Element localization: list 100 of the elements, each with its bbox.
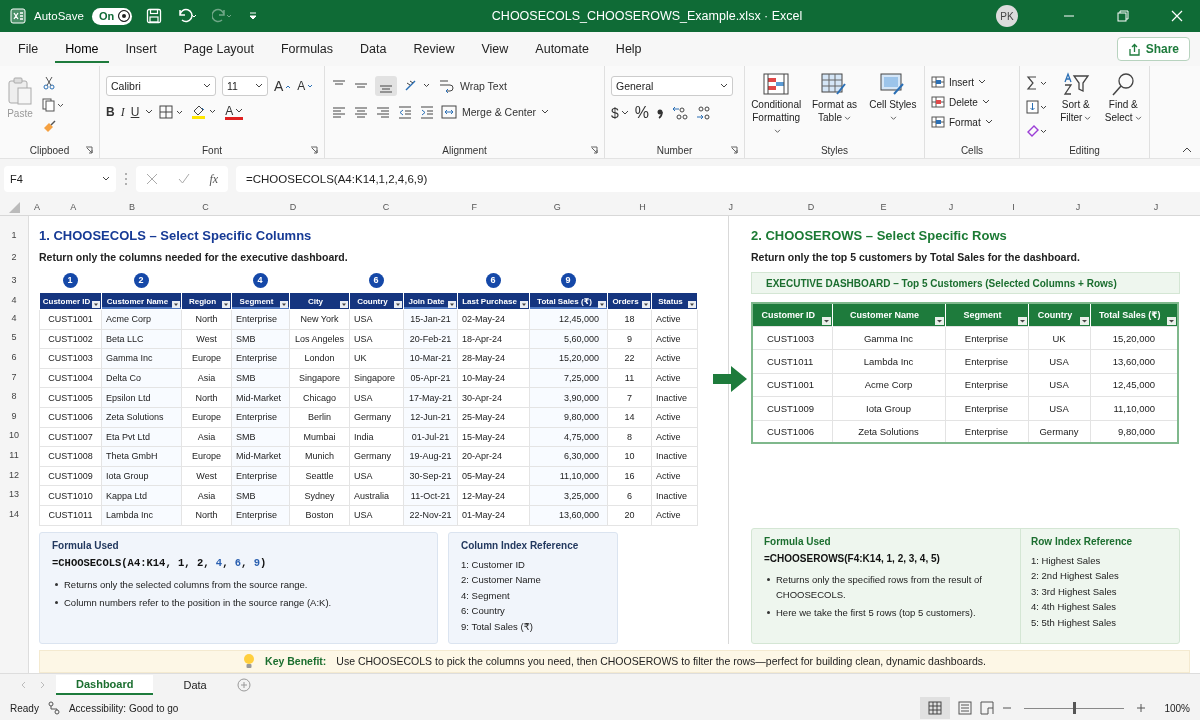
share-button[interactable]: Share: [1116, 37, 1190, 61]
filter-dropdown-icon[interactable]: [1017, 317, 1027, 325]
column-letter[interactable]: J: [919, 202, 983, 212]
row-number[interactable]: 2: [0, 246, 28, 268]
row-number[interactable]: 4: [0, 292, 28, 308]
caret-icon[interactable]: [145, 109, 154, 115]
menu-tab[interactable]: Data: [350, 35, 397, 63]
filter-dropdown-icon[interactable]: [1079, 317, 1089, 325]
row-number[interactable]: 3: [0, 268, 28, 292]
accessibility-icon[interactable]: [46, 701, 61, 715]
page-break-icon[interactable]: [980, 701, 995, 715]
menu-tab[interactable]: Home: [55, 35, 109, 63]
user-avatar[interactable]: PK: [996, 5, 1018, 27]
menu-tab[interactable]: Help: [605, 35, 652, 63]
format-as-table-button[interactable]: Format as Table: [809, 72, 860, 124]
insert-function-button[interactable]: fx: [209, 171, 219, 187]
column-letter[interactable]: D: [774, 202, 848, 212]
insert-cells-button[interactable]: Insert: [931, 76, 986, 88]
menu-tab[interactable]: File: [8, 35, 49, 63]
row-number[interactable]: 14: [0, 503, 28, 524]
column-letter[interactable]: F: [431, 202, 517, 212]
filter-dropdown-icon[interactable]: [520, 301, 528, 308]
grow-font-button[interactable]: A: [274, 78, 292, 94]
percent-button[interactable]: %: [634, 104, 650, 122]
row-number[interactable]: 5: [0, 327, 28, 348]
bold-button[interactable]: B: [106, 105, 115, 119]
column-letter[interactable]: A: [48, 202, 99, 212]
fill-icon[interactable]: [1026, 100, 1048, 114]
column-letter[interactable]: C: [165, 202, 246, 212]
copy-icon[interactable]: [42, 98, 64, 112]
filter-dropdown-icon[interactable]: [821, 317, 831, 325]
sheet-tab[interactable]: Data: [163, 675, 227, 695]
font-name-field[interactable]: Calibri: [106, 76, 216, 96]
column-letter[interactable]: J: [687, 202, 774, 212]
italic-button[interactable]: I: [120, 104, 125, 120]
shrink-font-button[interactable]: A: [297, 79, 314, 93]
menu-tab[interactable]: Insert: [115, 35, 167, 63]
conditional-formatting-button[interactable]: Conditional Formatting: [751, 72, 802, 137]
dialog-launcher-icon[interactable]: [590, 146, 598, 154]
zoom-thumb[interactable]: [1073, 702, 1077, 714]
filter-dropdown-icon[interactable]: [394, 301, 402, 308]
sheet-tab[interactable]: Dashboard: [56, 675, 154, 695]
menu-tab[interactable]: Automate: [525, 35, 599, 63]
customize-caret-icon[interactable]: [248, 11, 259, 21]
name-box[interactable]: F4: [4, 166, 116, 192]
column-letter[interactable]: J: [1044, 202, 1112, 212]
row-number[interactable]: 7: [0, 366, 28, 387]
row-number[interactable]: 9: [0, 405, 28, 426]
font-color-button[interactable]: A: [225, 104, 244, 120]
accessibility-status[interactable]: Accessibility: Good to go: [68, 702, 179, 714]
row-number[interactable]: 6: [0, 347, 28, 367]
align-bottom-icon[interactable]: [375, 76, 397, 96]
row-number[interactable]: 12: [0, 464, 28, 485]
number-format-field[interactable]: General: [611, 76, 733, 96]
increase-decimal-icon[interactable]: [671, 105, 690, 121]
menu-tab[interactable]: Review: [403, 35, 465, 63]
column-letter[interactable]: B: [98, 202, 166, 212]
cut-icon[interactable]: [42, 76, 56, 90]
merge-center-button[interactable]: Merge & Center: [441, 105, 550, 119]
normal-view-icon[interactable]: [920, 697, 951, 719]
sort-filter-button[interactable]: Sort & Filter: [1056, 72, 1096, 124]
column-letter[interactable]: C: [340, 202, 432, 212]
undo-icon[interactable]: [176, 8, 199, 24]
dialog-launcher-icon[interactable]: [310, 146, 318, 154]
row-number[interactable]: 8: [0, 386, 28, 406]
column-letter[interactable]: J: [1112, 202, 1200, 212]
row-number[interactable]: 13: [0, 484, 28, 504]
eraser-icon[interactable]: [1026, 124, 1048, 138]
row-number[interactable]: 4: [0, 308, 28, 328]
font-size-field[interactable]: 11: [222, 76, 268, 96]
cell-styles-button[interactable]: Cell Styles: [867, 72, 918, 124]
autosum-icon[interactable]: [1026, 76, 1048, 90]
column-letter[interactable]: H: [597, 202, 688, 212]
formula-field[interactable]: =CHOOSECOLS(A4:K14,1,2,4,6,9): [236, 166, 1200, 192]
column-letter[interactable]: D: [245, 202, 341, 212]
close-icon[interactable]: [1171, 10, 1183, 22]
filter-dropdown-icon[interactable]: [448, 301, 456, 308]
column-letter[interactable]: E: [848, 202, 919, 212]
filter-dropdown-icon[interactable]: [92, 301, 100, 308]
underline-button[interactable]: U: [130, 105, 140, 119]
find-select-button[interactable]: Find & Select: [1103, 72, 1143, 124]
menu-tab[interactable]: Formulas: [270, 35, 344, 63]
currency-button[interactable]: $: [611, 105, 629, 121]
dialog-launcher-icon[interactable]: [730, 146, 738, 154]
filter-dropdown-icon[interactable]: [172, 301, 180, 308]
menu-tab[interactable]: View: [471, 35, 519, 63]
restore-icon[interactable]: [1117, 10, 1129, 22]
collapse-ribbon-icon[interactable]: [1182, 146, 1192, 154]
format-cells-button[interactable]: Format: [931, 116, 993, 128]
row-number[interactable]: 11: [0, 445, 28, 465]
dialog-launcher-icon[interactable]: [85, 146, 93, 154]
delete-cells-button[interactable]: Delete: [931, 96, 990, 108]
column-letter[interactable]: G: [517, 202, 598, 212]
zoom-in-icon[interactable]: [1136, 703, 1147, 713]
filter-dropdown-icon[interactable]: [598, 301, 606, 308]
filter-dropdown-icon[interactable]: [1167, 317, 1176, 325]
filter-dropdown-icon[interactable]: [222, 301, 230, 308]
column-letter[interactable]: I: [983, 202, 1044, 212]
wrap-text-button[interactable]: Wrap Text: [439, 79, 507, 93]
autosave-toggle[interactable]: On: [91, 7, 133, 25]
